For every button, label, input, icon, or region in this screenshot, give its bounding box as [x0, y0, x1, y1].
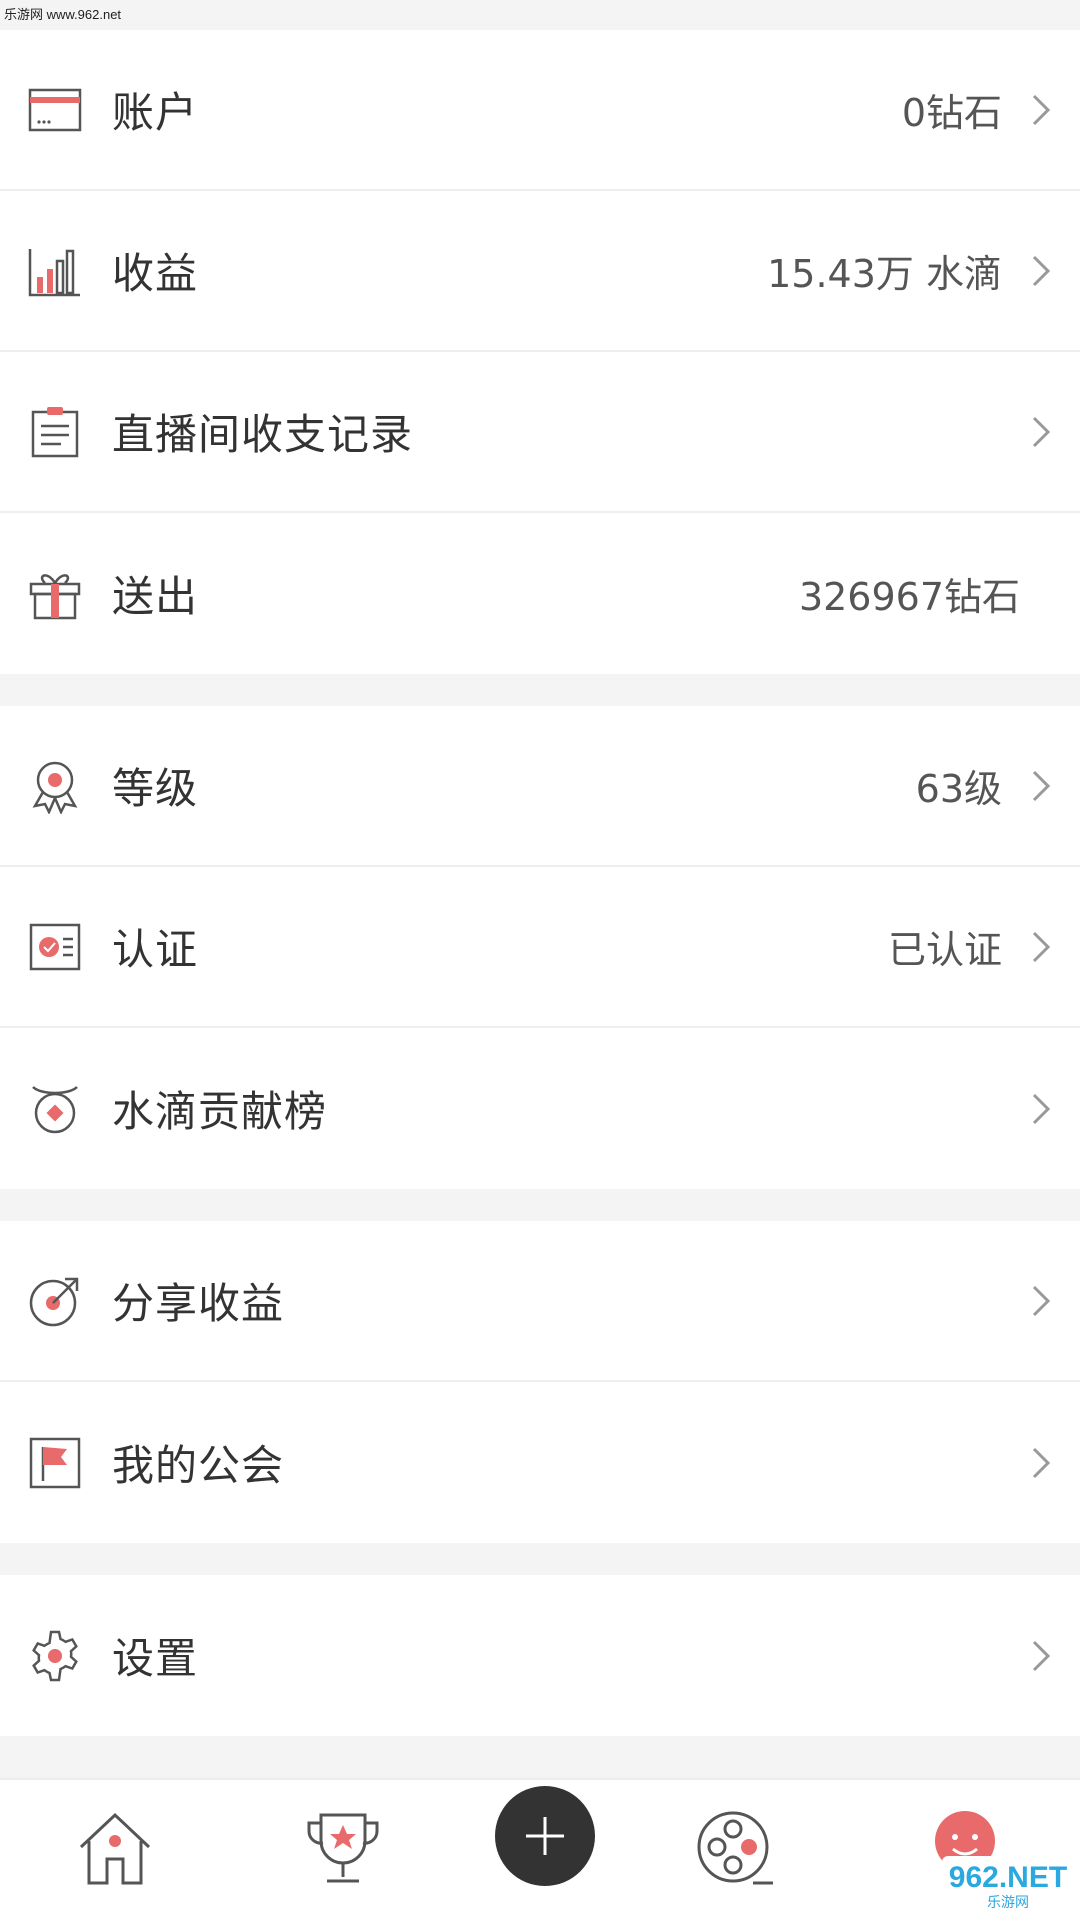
menu-item-label: 认证 — [112, 925, 199, 974]
certificate-icon — [27, 919, 83, 975]
menu-item-label: 收益 — [112, 249, 199, 298]
ranking-icon — [27, 1081, 83, 1137]
verification-status-value: 已认证 — [887, 928, 1002, 972]
menu-item-my-guild[interactable]: 我的公会 — [0, 1382, 1080, 1543]
bottom-tab-bar: 962.NET 乐游网 — [0, 1778, 1080, 1922]
plus-icon — [526, 1817, 564, 1855]
watermark-logo-main: 962.NET — [948, 1861, 1068, 1894]
menu-item-label: 等级 — [112, 764, 199, 813]
menu-item-label: 我的公会 — [112, 1441, 285, 1490]
menu-item-label: 账户 — [112, 88, 199, 137]
menu-item-label: 送出 — [112, 572, 199, 621]
menu-item-verification[interactable]: 认证 已认证 — [0, 867, 1080, 1028]
tab-home[interactable] — [70, 1804, 160, 1894]
clipboard-icon — [27, 404, 83, 460]
earnings-value: 15.43万 水滴 — [767, 252, 1002, 296]
watermark-logo: 962.NET 乐游网 — [942, 1856, 1074, 1916]
chevron-right-icon — [1026, 1636, 1056, 1676]
watermark-logo-sub: 乐游网 — [987, 1894, 1029, 1910]
menu-item-share-earnings[interactable]: 分享收益 — [0, 1221, 1080, 1382]
menu-group-social: 分享收益 我的公会 — [0, 1221, 1080, 1543]
chevron-right-icon — [1026, 1281, 1056, 1321]
account-balance-value: 0钻石 — [901, 91, 1002, 135]
gear-icon — [27, 1628, 83, 1684]
chevron-right-icon — [1026, 412, 1056, 452]
menu-item-contribution-rank[interactable]: 水滴贡献榜 — [0, 1028, 1080, 1189]
gift-icon — [27, 566, 83, 622]
tab-ranking[interactable] — [298, 1804, 388, 1894]
film-reel-icon — [697, 1811, 773, 1885]
share-icon — [27, 1273, 83, 1329]
settings-list: 账户 0钻石 收益 15.43万 水滴 直播间收支记录 送出 326967钻石 — [0, 30, 1080, 1768]
menu-item-settings[interactable]: 设置 — [0, 1575, 1080, 1736]
menu-item-sent[interactable]: 送出 326967钻石 — [0, 513, 1080, 674]
home-icon — [79, 1812, 151, 1885]
menu-item-label: 直播间收支记录 — [112, 410, 414, 459]
card-icon — [27, 82, 83, 138]
menu-item-room-records[interactable]: 直播间收支记录 — [0, 352, 1080, 513]
sent-diamonds-value: 326967钻石 — [798, 575, 1020, 619]
menu-item-label: 分享收益 — [112, 1279, 285, 1328]
menu-item-earnings[interactable]: 收益 15.43万 水滴 — [0, 191, 1080, 352]
chevron-right-icon — [1026, 766, 1056, 806]
chevron-right-icon — [1026, 1443, 1056, 1483]
menu-group-wallet: 账户 0钻石 收益 15.43万 水滴 直播间收支记录 送出 326967钻石 — [0, 30, 1080, 674]
trophy-icon — [307, 1813, 379, 1883]
chevron-right-icon — [1026, 251, 1056, 291]
tab-create[interactable] — [495, 1786, 595, 1886]
menu-item-label: 水滴贡献榜 — [112, 1087, 328, 1136]
chevron-right-icon — [1026, 90, 1056, 130]
menu-item-account[interactable]: 账户 0钻石 — [0, 30, 1080, 191]
flag-icon — [27, 1435, 83, 1491]
menu-group-settings: 设置 — [0, 1575, 1080, 1736]
chevron-right-icon — [1026, 927, 1056, 967]
chevron-right-icon — [1026, 1089, 1056, 1129]
menu-item-level[interactable]: 等级 63级 — [0, 706, 1080, 867]
bar-chart-icon — [27, 243, 83, 299]
menu-group-profile: 等级 63级 认证 已认证 水滴贡献榜 — [0, 706, 1080, 1189]
tab-videos[interactable] — [690, 1804, 780, 1894]
medal-icon — [27, 758, 83, 814]
menu-item-label: 设置 — [112, 1634, 199, 1683]
level-value: 63级 — [915, 767, 1002, 811]
watermark-top-text: 乐游网 www.962.net — [4, 7, 122, 22]
